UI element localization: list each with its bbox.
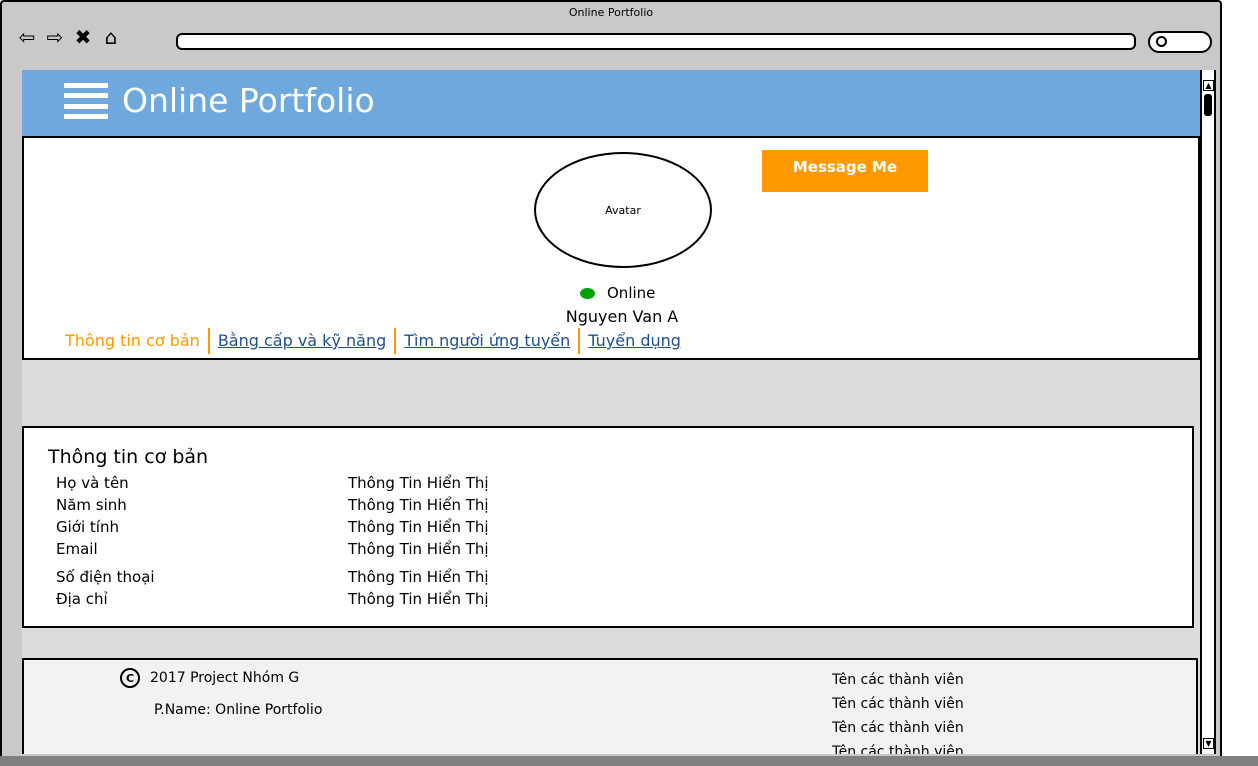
member-list: Tên các thành viên Tên các thành viên Tê…	[832, 668, 964, 754]
info-label: Địa chỉ	[56, 590, 108, 608]
scroll-up-icon[interactable]: ▲	[1203, 80, 1214, 91]
vertical-scrollbar[interactable]: ▲ ▼	[1200, 70, 1216, 754]
info-label: Số điện thoại	[56, 568, 155, 586]
info-value: Thông Tin Hiển Thị	[348, 496, 489, 514]
info-value: Thông Tin Hiển Thị	[348, 474, 489, 492]
url-bar[interactable]	[176, 33, 1136, 50]
online-status: Online	[580, 284, 655, 302]
bottom-strip	[0, 756, 1258, 766]
info-row: Email Thông Tin Hiển Thị	[56, 540, 756, 562]
info-row: Số điện thoại Thông Tin Hiển Thị	[56, 568, 756, 590]
site-footer: C 2017 Project Nhóm G P.Name: Online Por…	[22, 658, 1198, 754]
info-value: Thông Tin Hiển Thị	[348, 518, 489, 536]
back-icon[interactable]: ⇦	[16, 24, 38, 50]
profile-tabs: Thông tin cơ bản Bằng cấp và kỹ năng Tìm…	[65, 328, 689, 354]
browser-search[interactable]	[1148, 31, 1212, 53]
hamburger-menu-icon[interactable]	[64, 83, 108, 119]
message-me-button[interactable]: Message Me	[762, 150, 928, 192]
home-icon[interactable]: ⌂	[100, 24, 122, 50]
scroll-down-icon[interactable]: ▼	[1203, 738, 1214, 749]
page-viewport: Online Portfolio Avatar Message Me Onlin…	[22, 70, 1200, 754]
copyright-text: 2017 Project Nhóm G	[150, 670, 300, 686]
scroll-thumb[interactable]	[1204, 94, 1212, 116]
search-icon	[1156, 36, 1167, 47]
info-label: Họ và tên	[56, 474, 129, 492]
basic-info-title: Thông tin cơ bản	[48, 446, 209, 468]
forward-icon[interactable]: ⇨	[44, 24, 66, 50]
tab-basic-info[interactable]: Thông tin cơ bản	[65, 328, 208, 354]
basic-info-panel: Thông tin cơ bản Họ và tên Thông Tin Hiể…	[22, 426, 1194, 628]
status-dot-icon	[580, 287, 595, 299]
avatar: Avatar	[534, 152, 712, 268]
info-label: Năm sinh	[56, 496, 127, 514]
info-value: Thông Tin Hiển Thị	[348, 568, 489, 586]
member-item: Tên các thành viên	[832, 744, 964, 754]
tab-find-candidates[interactable]: Tìm người ứng tuyển	[394, 328, 578, 354]
info-row: Giới tính Thông Tin Hiển Thị	[56, 518, 756, 540]
info-label: Email	[56, 540, 98, 558]
project-name: P.Name: Online Portfolio	[154, 702, 323, 718]
status-label: Online	[607, 284, 656, 302]
info-row: Địa chỉ Thông Tin Hiển Thị	[56, 590, 756, 612]
member-item: Tên các thành viên	[832, 672, 964, 688]
member-item: Tên các thành viên	[832, 696, 964, 712]
copyright: C 2017 Project Nhóm G	[120, 668, 299, 688]
close-icon[interactable]: ✖	[72, 24, 94, 50]
browser-nav: ⇦ ⇨ ✖ ⌂	[16, 24, 122, 50]
info-row: Họ và tên Thông Tin Hiển Thị	[56, 474, 756, 496]
window-title: Online Portfolio	[568, 6, 654, 19]
site-title: Online Portfolio	[122, 81, 375, 120]
user-name: Nguyen Van A	[565, 307, 679, 326]
tab-qualifications-skills[interactable]: Bằng cấp và kỹ năng	[207, 328, 394, 354]
site-header: Online Portfolio	[22, 70, 1200, 136]
info-value: Thông Tin Hiển Thị	[348, 590, 489, 608]
info-row: Năm sinh Thông Tin Hiển Thị	[56, 496, 756, 518]
info-label: Giới tính	[56, 518, 119, 536]
member-item: Tên các thành viên	[832, 720, 964, 736]
tab-recruitment[interactable]: Tuyển dụng	[578, 328, 689, 354]
avatar-label: Avatar	[605, 203, 641, 217]
profile-section: Avatar Message Me Online Nguyen Van A Th…	[22, 136, 1200, 360]
info-value: Thông Tin Hiển Thị	[348, 540, 489, 558]
copyright-icon: C	[120, 668, 140, 688]
